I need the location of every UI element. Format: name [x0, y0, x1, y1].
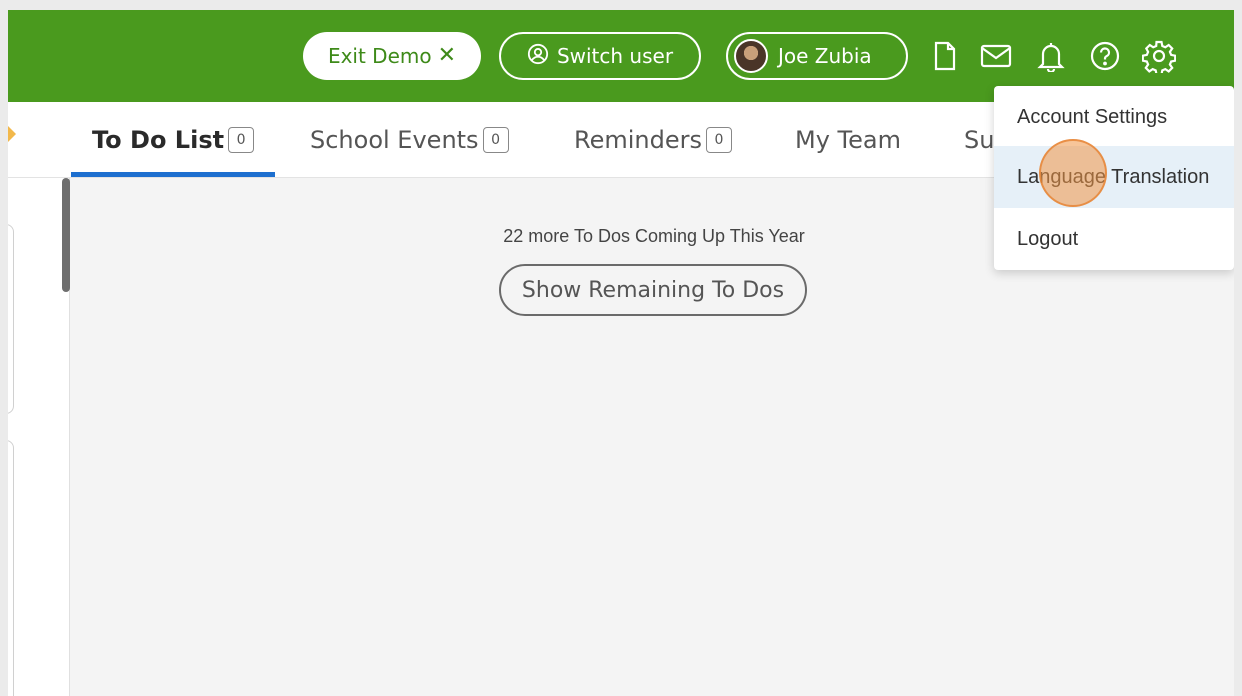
exit-demo-button[interactable]: Exit Demo ✕: [303, 32, 481, 80]
user-name: Joe Zubia: [778, 44, 872, 68]
tab-school-events[interactable]: School Events 0: [310, 102, 509, 178]
bell-icon[interactable]: [1034, 38, 1068, 74]
count-badge: 0: [228, 127, 255, 153]
menu-item-label: Logout: [1017, 227, 1079, 250]
show-remaining-button[interactable]: Show Remaining To Dos: [499, 264, 807, 316]
sidebar-card: [8, 440, 14, 696]
tab-label: My Team: [795, 126, 901, 154]
upcoming-todos-text: 22 more To Dos Coming Up This Year: [503, 226, 805, 246]
sidebar-card: [8, 224, 14, 414]
exit-demo-label: Exit Demo: [327, 44, 432, 68]
mail-icon[interactable]: [979, 38, 1013, 74]
tab-label: Reminders: [574, 126, 702, 154]
count-badge: 0: [706, 127, 732, 153]
switch-user-label: Switch user: [556, 44, 674, 68]
active-tab-indicator: [71, 172, 275, 177]
user-circle-icon: [527, 43, 549, 70]
scrollbar-thumb[interactable]: [62, 178, 70, 292]
left-sidebar: [8, 178, 70, 696]
user-menu-button[interactable]: Joe Zubia: [726, 32, 908, 80]
switch-user-button[interactable]: Switch user: [499, 32, 701, 80]
settings-dropdown-menu: Account Settings Language Translation Lo…: [994, 86, 1234, 270]
menu-item-language-translation[interactable]: Language Translation: [994, 146, 1234, 208]
count-badge: 0: [482, 127, 509, 153]
tab-to-do-list[interactable]: To Do List 0: [92, 102, 255, 178]
click-highlight: [1039, 139, 1107, 207]
tab-reminders[interactable]: Reminders 0: [574, 102, 732, 178]
app-window: Exit Demo ✕ Switch user Joe Zubia To Do …: [8, 10, 1234, 696]
tab-my-team[interactable]: My Team: [795, 102, 901, 178]
menu-item-logout[interactable]: Logout: [994, 208, 1234, 270]
gear-icon[interactable]: [1142, 38, 1176, 74]
close-icon: ✕: [437, 43, 457, 68]
avatar: [734, 39, 768, 73]
arrow-right-icon[interactable]: [8, 122, 18, 146]
tab-truncated[interactable]: Su: [964, 102, 994, 178]
tab-label: Su: [964, 126, 995, 154]
tab-label: To Do List: [92, 126, 225, 154]
help-icon[interactable]: [1088, 38, 1122, 74]
menu-item-label: Account Settings: [1017, 105, 1168, 128]
menu-item-account-settings[interactable]: Account Settings: [994, 86, 1234, 148]
document-icon[interactable]: [928, 38, 962, 74]
tab-label: School Events: [310, 126, 479, 154]
